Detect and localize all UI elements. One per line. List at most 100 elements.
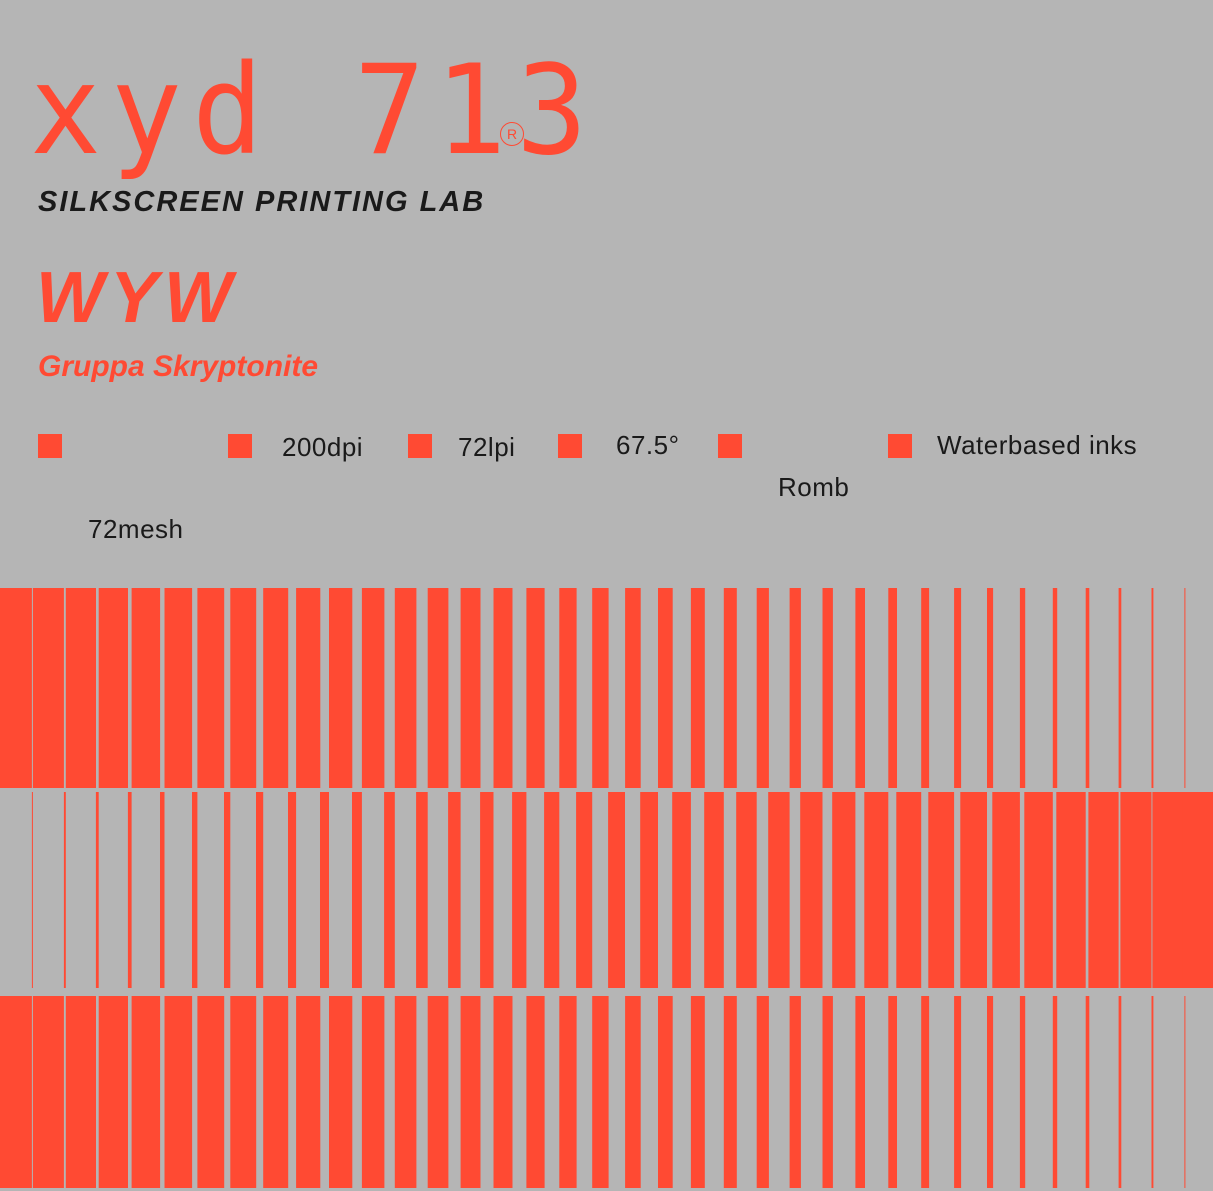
pattern-bar <box>789 996 801 1188</box>
pattern-bar <box>427 996 449 1188</box>
pattern-bar <box>394 996 417 1188</box>
bullet-square-icon <box>228 434 252 458</box>
pattern-bar <box>736 792 757 988</box>
pattern-bar <box>1056 792 1086 988</box>
pattern-bar <box>768 792 790 988</box>
pattern-bar <box>559 996 577 1188</box>
pattern-bar <box>625 588 641 788</box>
artist-name: Gruppa Skryptonite <box>38 350 319 383</box>
pattern-bar <box>164 588 193 788</box>
pattern-bar <box>1052 588 1058 788</box>
pattern-bar <box>230 588 257 788</box>
pattern-bar <box>526 588 545 788</box>
pattern-bar <box>361 588 385 788</box>
pattern-bar <box>1120 792 1152 988</box>
lab-name: SILKSCREEN PRINTING LAB <box>38 186 486 218</box>
bullet-square-icon <box>408 434 432 458</box>
pattern-bar <box>224 792 231 988</box>
pattern-bar <box>592 996 609 1188</box>
pattern-bar <box>756 996 769 1188</box>
pattern-bar <box>625 996 641 1188</box>
pattern-bar <box>1019 588 1026 788</box>
spec-dot-shape: Romb <box>778 472 850 502</box>
pattern-bar <box>544 792 560 988</box>
pattern-bar <box>493 588 513 788</box>
pattern-bar <box>192 792 198 988</box>
pattern-bar <box>288 792 297 988</box>
halftone-bar-pattern <box>0 588 1213 1188</box>
pattern-bar <box>98 588 128 788</box>
pattern-bar <box>31 792 33 988</box>
logo-wordmark: xyd 713 <box>30 37 598 183</box>
pattern-bar <box>448 792 461 988</box>
pattern-bar <box>855 996 865 1188</box>
pattern-bar <box>197 996 225 1188</box>
pattern-bar <box>1088 792 1119 988</box>
pattern-bar <box>800 792 823 988</box>
pattern-bar <box>690 588 705 788</box>
pattern-bar <box>32 588 64 788</box>
pattern-bar <box>263 588 289 788</box>
pattern-bar <box>864 792 889 988</box>
pattern-bar <box>352 792 362 988</box>
pattern-bar <box>723 588 737 788</box>
pattern-bar <box>1182 792 1213 988</box>
pattern-bar <box>1184 996 1186 1188</box>
pattern-bar <box>954 588 962 788</box>
pattern-bar <box>480 792 494 988</box>
pattern-bar <box>296 996 321 1188</box>
pattern-bar <box>690 996 705 1188</box>
pattern-bar <box>921 588 930 788</box>
pattern-bar <box>1085 588 1090 788</box>
pattern-bar <box>296 588 321 788</box>
pattern-bar <box>32 996 64 1188</box>
pattern-bar <box>65 588 96 788</box>
pattern-bar <box>888 588 897 788</box>
pattern-bar <box>1151 588 1154 788</box>
pattern-bar <box>756 588 769 788</box>
pattern-bar <box>394 588 417 788</box>
bullet-square-icon <box>888 434 912 458</box>
pattern-bar <box>658 588 673 788</box>
pattern-bar <box>822 588 833 788</box>
pattern-bar <box>921 996 930 1188</box>
pattern-bar <box>672 792 691 988</box>
pattern-bar <box>855 588 865 788</box>
pattern-bar <box>987 588 994 788</box>
pattern-bar <box>263 996 289 1188</box>
bullet-square-icon <box>558 434 582 458</box>
spec-angle: 67.5° <box>616 430 680 460</box>
spec-lines: 72lpi <box>458 432 516 462</box>
pattern-bar <box>832 792 856 988</box>
pattern-bar <box>559 588 577 788</box>
pattern-bar <box>460 588 481 788</box>
pattern-bar <box>384 792 395 988</box>
pattern-bar <box>230 996 257 1188</box>
pattern-bar <box>1118 996 1122 1188</box>
pattern-bar <box>0 588 32 788</box>
pattern-bar <box>131 588 161 788</box>
pattern-bar <box>329 996 353 1188</box>
pattern-bar <box>822 996 833 1188</box>
pattern-bar <box>164 996 193 1188</box>
pattern-bar <box>723 996 737 1188</box>
pattern-bar <box>427 588 449 788</box>
pattern-bar <box>329 588 353 788</box>
pattern-bar <box>1052 996 1058 1188</box>
pattern-bar <box>954 996 962 1188</box>
pattern-bar <box>160 792 165 988</box>
pattern-bar <box>1151 996 1154 1188</box>
pattern-bar <box>127 792 132 988</box>
release-title: WYW <box>36 258 238 338</box>
pattern-bar <box>63 792 66 988</box>
pattern-bar <box>704 792 724 988</box>
pattern-bar <box>0 996 32 1188</box>
pattern-bar <box>608 792 625 988</box>
pattern-bar <box>95 792 99 988</box>
bullet-square-icon <box>718 434 742 458</box>
pattern-bar <box>1019 996 1026 1188</box>
pattern-bar <box>98 996 128 1188</box>
pattern-bar <box>987 996 994 1188</box>
pattern-bar <box>416 792 428 988</box>
pattern-bar <box>1118 588 1122 788</box>
